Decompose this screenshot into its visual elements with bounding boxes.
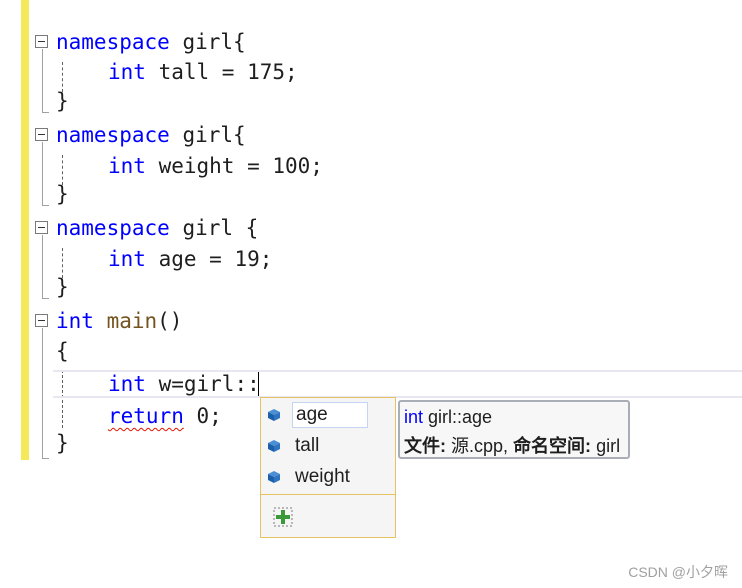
code-text: w=girl:: [145,372,260,396]
keyword: int [108,247,146,271]
member-filter-icon[interactable] [272,506,294,528]
keyword: namespace [56,30,170,54]
fold-end [42,298,49,299]
code-line[interactable]: } [56,181,69,207]
fold-line [42,235,43,298]
code-text: } [56,275,69,299]
tooltip-namespace-label: 命名空间: [513,436,592,456]
fold-line [42,142,43,205]
fold-end [42,458,49,459]
keyword: int [56,309,94,333]
quick-info-tooltip: int girl::age 文件: 源.cpp, 命名空间: girl [398,400,630,459]
code-text: age = 19; [145,247,273,271]
field-icon [268,409,280,421]
code-text: tall = 175; [145,60,298,84]
keyword: namespace [56,216,170,240]
text-caret [258,372,259,396]
code-text: } [56,182,69,206]
code-line[interactable]: } [56,88,69,114]
code-line[interactable]: int main() [56,308,182,334]
code-line[interactable]: } [56,430,69,456]
change-tracking-bar [21,0,29,460]
divider [261,494,395,495]
code-text: girl { [169,216,259,240]
completion-item-age[interactable]: age [261,400,395,430]
field-icon [268,471,280,483]
code-text: girl{ [169,30,246,54]
code-text: } [56,431,69,455]
fold-end [42,112,49,113]
code-line[interactable]: } [56,274,69,300]
completion-item-label: age [292,402,368,428]
fold-end [42,205,49,206]
code-text: 0; [183,404,222,428]
code-line[interactable]: int age = 19; [108,246,272,272]
code-line[interactable]: namespace girl{ [56,122,246,148]
code-text: girl{ [169,123,246,147]
collapse-namespace-1-button[interactable] [35,35,48,48]
code-line[interactable]: return 0; [108,403,222,429]
keyword: namespace [56,123,170,147]
code-text: weight = 100; [145,154,323,178]
keyword: int [108,154,146,178]
code-line[interactable]: namespace girl { [56,215,258,241]
code-line[interactable]: int tall = 175; [108,59,298,85]
collapse-namespace-3-button[interactable] [35,221,48,234]
collapse-namespace-2-button[interactable] [35,128,48,141]
completion-item-tall[interactable]: tall [261,431,395,461]
watermark: CSDN @小夕晖 [628,564,728,580]
tooltip-namespace-value: girl [596,436,621,456]
keyword: int [108,60,146,84]
tooltip-file-label: 文件: [404,436,446,456]
keyword: int [108,372,146,396]
completion-item-label: tall [295,435,320,456]
code-text: () [157,309,183,333]
code-text: { [56,339,69,363]
code-text: } [56,89,69,113]
intellisense-completion-list[interactable]: age tall weight [260,397,396,538]
collapse-main-button[interactable] [35,314,48,327]
code-line-current[interactable]: int w=girl:: [108,371,260,397]
keyword-with-error: return [108,404,184,428]
field-icon [268,440,280,452]
completion-item-label: weight [295,466,350,487]
fold-line [42,49,43,112]
function-name: main [93,309,158,333]
tooltip-member-name: girl::age [428,407,493,427]
completion-item-weight[interactable]: weight [261,462,395,492]
code-line[interactable]: { [56,338,69,364]
tooltip-file-value: 源.cpp, [451,436,509,456]
code-line[interactable]: namespace girl{ [56,29,246,55]
tooltip-type: int [404,407,424,427]
code-line[interactable]: int weight = 100; [108,153,323,179]
tooltip-signature: int girl::age [404,407,492,428]
fold-line [42,328,43,458]
tooltip-details: 文件: 源.cpp, 命名空间: girl [404,432,620,458]
